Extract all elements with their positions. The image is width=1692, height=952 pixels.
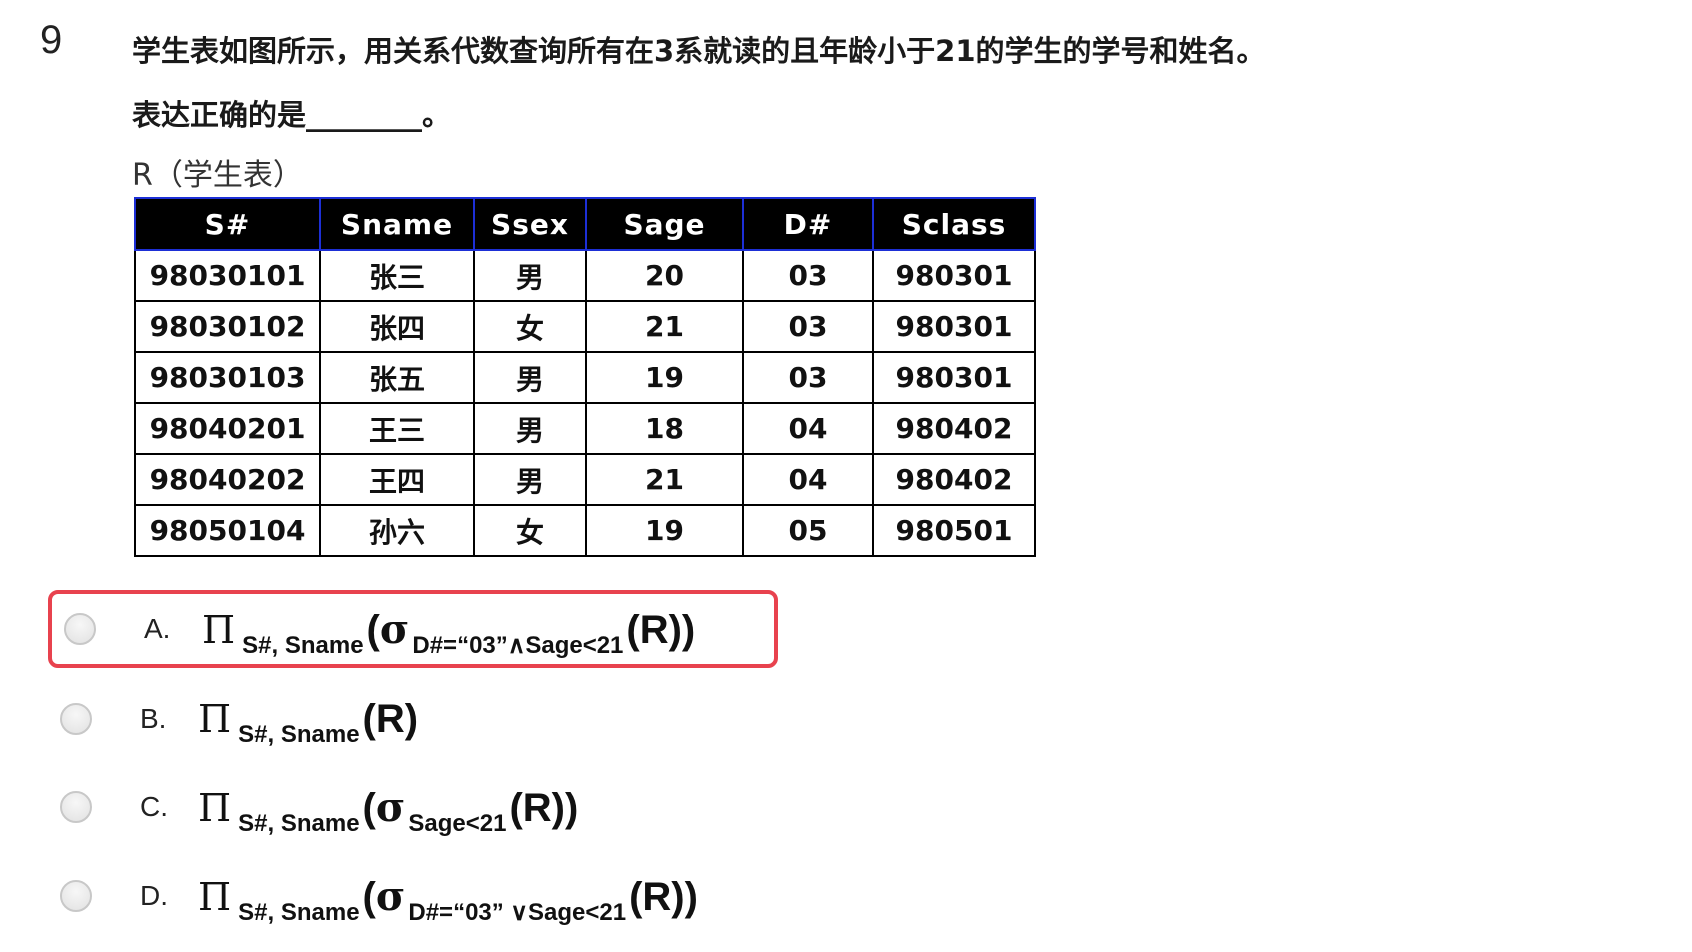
option-a[interactable]: A. Π S#, Sname ( σ D#=“03”∧Sage<21 (R)) <box>48 590 778 668</box>
cell-ssex: 女 <box>473 300 587 353</box>
cell-sno: 98030102 <box>134 300 321 353</box>
header-sage: Sage <box>585 197 744 251</box>
student-table: S# Sname Ssex Sage D# Sclass 98030101 张三… <box>134 197 1036 557</box>
relation-argument: (R)) <box>509 785 579 830</box>
relation-argument: (R)) <box>626 607 696 652</box>
option-b-radio[interactable] <box>60 703 92 735</box>
option-a-formula: Π S#, Sname ( σ D#=“03”∧Sage<21 (R)) <box>202 605 696 659</box>
relation-argument: (R) <box>362 696 419 741</box>
projection-symbol: Π <box>202 607 236 652</box>
projection-symbol: Π <box>198 874 232 919</box>
projection-symbol: Π <box>198 696 232 741</box>
relation-argument: (R)) <box>629 874 698 919</box>
question-prompt: 表达正确的是________。 <box>132 98 452 132</box>
cell-ssex: 男 <box>473 249 587 302</box>
projection-attributes: S#, Sname <box>238 720 360 748</box>
option-d-letter: D. <box>140 880 168 911</box>
open-paren: ( <box>362 785 376 830</box>
cell-dno: 03 <box>742 300 874 353</box>
cell-ssex: 男 <box>473 351 587 404</box>
selection-condition: Sage<21 <box>408 809 507 837</box>
cell-sno: 98030103 <box>134 351 321 404</box>
selection-symbol: σ <box>375 872 406 920</box>
option-b[interactable]: B. Π S#, Sname (R) <box>48 680 688 758</box>
cell-sname: 孙六 <box>319 504 475 557</box>
table-row: 98040201 王三 男 18 04 980402 <box>134 402 1036 455</box>
cell-sname: 张四 <box>319 300 475 353</box>
option-c-formula: Π S#, Sname ( σ Sage<21 (R)) <box>198 783 579 837</box>
cell-sclass: 980301 <box>872 249 1036 302</box>
table-caption: R（学生表） <box>132 158 303 193</box>
option-b-formula: Π S#, Sname (R) <box>198 696 419 748</box>
cell-sclass: 980402 <box>872 453 1036 506</box>
cell-ssex: 男 <box>473 453 587 506</box>
table-row: 98040202 王四 男 21 04 980402 <box>134 453 1036 506</box>
cell-dno: 05 <box>742 504 874 557</box>
cell-sage: 21 <box>585 453 744 506</box>
cell-dno: 03 <box>742 351 874 404</box>
cell-sname: 王四 <box>319 453 475 506</box>
option-d-formula: Π S#, Sname ( σ D#=“03” ∨Sage<21 (R)) <box>198 872 698 926</box>
cell-sclass: 980402 <box>872 402 1036 455</box>
question-number: 9 <box>40 18 63 62</box>
cell-sno: 98030101 <box>134 249 321 302</box>
header-sname: Sname <box>319 197 475 251</box>
cell-sage: 20 <box>585 249 744 302</box>
cell-ssex: 女 <box>473 504 587 557</box>
option-a-letter: A. <box>144 613 171 644</box>
cell-sage: 21 <box>585 300 744 353</box>
open-paren: ( <box>362 874 376 919</box>
option-c[interactable]: C. Π S#, Sname ( σ Sage<21 (R)) <box>48 768 688 846</box>
cell-dno: 04 <box>742 453 874 506</box>
option-d[interactable]: D. Π S#, Sname ( σ D#=“03” ∨Sage<21 (R)) <box>48 857 808 935</box>
option-c-radio[interactable] <box>60 791 92 823</box>
projection-attributes: S#, Sname <box>242 631 364 659</box>
header-dno: D# <box>742 197 874 251</box>
option-c-letter: C. <box>140 791 168 822</box>
cell-sno: 98040201 <box>134 402 321 455</box>
option-a-radio[interactable] <box>64 613 96 645</box>
selection-symbol: σ <box>379 605 410 653</box>
cell-dno: 03 <box>742 249 874 302</box>
cell-sname: 张五 <box>319 351 475 404</box>
selection-symbol: σ <box>375 783 406 831</box>
header-ssex: Ssex <box>473 197 587 251</box>
cell-sname: 王三 <box>319 402 475 455</box>
option-d-radio[interactable] <box>60 880 92 912</box>
cell-sno: 98050104 <box>134 504 321 557</box>
question-text: 学生表如图所示，用关系代数查询所有在3系就读的且年龄小于21的学生的学号和姓名。 <box>132 34 1266 68</box>
option-b-letter: B. <box>140 703 167 734</box>
header-sno: S# <box>134 197 321 251</box>
projection-attributes: S#, Sname <box>238 898 360 926</box>
cell-sclass: 980501 <box>872 504 1036 557</box>
cell-sage: 18 <box>585 402 744 455</box>
cell-dno: 04 <box>742 402 874 455</box>
cell-sno: 98040202 <box>134 453 321 506</box>
table-row: 98050104 孙六 女 19 05 980501 <box>134 504 1036 557</box>
open-paren: ( <box>366 607 380 652</box>
cell-ssex: 男 <box>473 402 587 455</box>
cell-sage: 19 <box>585 351 744 404</box>
table-header-row: S# Sname Ssex Sage D# Sclass <box>134 197 1036 251</box>
projection-attributes: S#, Sname <box>238 809 360 837</box>
cell-sname: 张三 <box>319 249 475 302</box>
cell-sclass: 980301 <box>872 351 1036 404</box>
table-row: 98030101 张三 男 20 03 980301 <box>134 249 1036 302</box>
table-row: 98030103 张五 男 19 03 980301 <box>134 351 1036 404</box>
cell-sclass: 980301 <box>872 300 1036 353</box>
selection-condition: D#=“03” ∨Sage<21 <box>408 898 627 926</box>
header-sclass: Sclass <box>872 197 1036 251</box>
selection-condition: D#=“03”∧Sage<21 <box>412 631 624 659</box>
cell-sage: 19 <box>585 504 744 557</box>
projection-symbol: Π <box>198 785 232 830</box>
table-row: 98030102 张四 女 21 03 980301 <box>134 300 1036 353</box>
